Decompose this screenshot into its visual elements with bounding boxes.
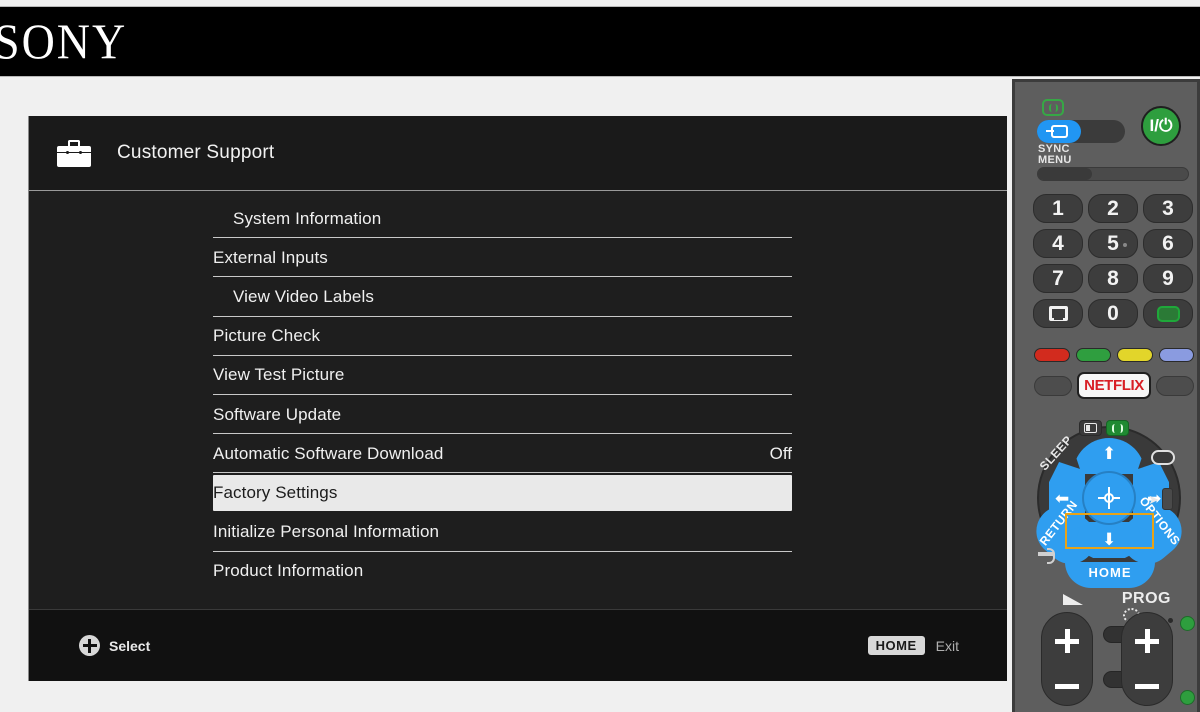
menu-item-label: View Test Picture: [213, 365, 344, 385]
display-button[interactable]: [1079, 420, 1102, 436]
panel-header: Customer Support: [29, 116, 1007, 191]
menu-item-software-update[interactable]: Software Update: [29, 395, 1007, 434]
sync-menu-label: SYNC MENU: [1038, 144, 1072, 166]
number-key-9[interactable]: 9: [1143, 264, 1193, 293]
screen: SONY Customer Support System Information…: [0, 0, 1200, 712]
green-button[interactable]: [1076, 348, 1112, 362]
panel-footer: Select HOME Exit: [29, 609, 1007, 681]
teletext-icon: [1049, 306, 1068, 321]
volume-up-icon[interactable]: [1055, 629, 1079, 653]
sync-menu-indicator-icon: [1042, 99, 1064, 116]
key-5-marker: [1123, 243, 1127, 247]
input-select-bar[interactable]: [1037, 167, 1189, 181]
menu-item-system-information[interactable]: System Information: [29, 199, 1007, 238]
menu-item-external-inputs[interactable]: External Inputs: [29, 238, 1007, 277]
program-down-icon[interactable]: [1135, 684, 1159, 689]
dpad-top-buttons: [1079, 420, 1141, 438]
dpad-down-highlight: [1065, 513, 1154, 549]
blue-button[interactable]: [1159, 348, 1195, 362]
volume-down-icon[interactable]: [1055, 684, 1079, 689]
menu-item-initialize-personal-information[interactable]: Initialize Personal Information: [29, 513, 1007, 552]
guide-button[interactable]: [1151, 450, 1175, 465]
menu-item-label: Picture Check: [213, 326, 320, 346]
sony-brand-bar: SONY: [0, 6, 1200, 77]
yellow-button[interactable]: [1117, 348, 1153, 362]
dpad-select-icon: [79, 635, 100, 656]
netflix-row: NETFLIX: [1034, 372, 1194, 399]
teletext-button[interactable]: [1033, 299, 1083, 328]
back-arrow-icon: [1038, 548, 1054, 560]
number-key-8[interactable]: 8: [1088, 264, 1138, 293]
menu-item-label: Initialize Personal Information: [213, 522, 439, 542]
number-key-1[interactable]: 1: [1033, 194, 1083, 223]
volume-icon: [1063, 594, 1083, 605]
green-side-button-bottom[interactable]: [1180, 690, 1195, 705]
menu-item-view-video-labels[interactable]: View Video Labels: [29, 277, 1007, 316]
number-key-4[interactable]: 4: [1033, 229, 1083, 258]
red-button[interactable]: [1034, 348, 1070, 362]
remote-control: SYNC MENU I/⏻ 1 2 3 4 5 6 7 8 9 0: [1012, 79, 1200, 712]
program-rocker[interactable]: [1121, 612, 1173, 706]
menu-item-label: Automatic Software Download: [213, 444, 443, 464]
menu-list: System Information External Inputs View …: [29, 191, 1007, 606]
power-button[interactable]: I/⏻: [1141, 106, 1181, 146]
footer-exit-hint: HOME Exit: [868, 636, 959, 655]
menu-item-label: External Inputs: [213, 248, 328, 268]
menu-item-automatic-software-download[interactable]: Automatic Software Download Off: [29, 434, 1007, 473]
number-key-3[interactable]: 3: [1143, 194, 1193, 223]
volume-rocker[interactable]: [1041, 612, 1093, 706]
netflix-button[interactable]: NETFLIX: [1077, 372, 1151, 399]
menu-item-picture-check[interactable]: Picture Check: [29, 317, 1007, 356]
center-crosshair-icon: [1098, 487, 1120, 509]
up-arrow-icon: ⬆: [1102, 445, 1116, 462]
remote-top-section: SYNC MENU I/⏻: [1015, 82, 1197, 180]
menu-item-product-information[interactable]: Product Information: [29, 552, 1007, 591]
color-buttons-row: [1034, 348, 1194, 362]
audio-button[interactable]: [1106, 420, 1129, 436]
number-key-2[interactable]: 2: [1088, 194, 1138, 223]
page-title: Customer Support: [117, 142, 274, 164]
menu-item-label: Factory Settings: [213, 483, 337, 503]
toolbox-icon: [57, 140, 91, 167]
menu-item-factory-settings[interactable]: Factory Settings: [29, 473, 1007, 512]
select-label: Select: [109, 638, 150, 654]
number-key-7[interactable]: 7: [1033, 264, 1083, 293]
exit-label: Exit: [936, 638, 959, 654]
tv-settings-panel: Customer Support System Information Exte…: [28, 116, 1007, 681]
prog-indicator-dot: [1168, 618, 1173, 623]
number-pad: 1 2 3 4 5 6 7 8 9 0: [1033, 194, 1193, 328]
subtitle-icon: [1157, 306, 1180, 322]
number-key-5[interactable]: 5: [1088, 229, 1138, 258]
right-app-button[interactable]: [1156, 376, 1194, 396]
prog-label: PROG: [1122, 590, 1171, 608]
sony-logo: SONY: [0, 17, 127, 67]
home-button[interactable]: HOME: [1065, 562, 1155, 588]
number-key-0[interactable]: 0: [1088, 299, 1138, 328]
home-badge: HOME: [868, 636, 925, 655]
menu-item-label: System Information: [213, 209, 381, 229]
right-pointer-icon: ➤: [1148, 492, 1159, 508]
number-key-6[interactable]: 6: [1143, 229, 1193, 258]
menu-item-label: Software Update: [213, 405, 341, 425]
footer-select-hint: Select: [79, 635, 150, 656]
sync-menu-button[interactable]: [1037, 120, 1125, 143]
dpad-cluster: ⬆ ⬇ ⬅ ➡ SLEEP RETURN OPTIONS HOME ➤: [1037, 426, 1181, 570]
menu-item-label: Product Information: [213, 561, 363, 581]
menu-item-view-test-picture[interactable]: View Test Picture: [29, 356, 1007, 395]
program-up-icon[interactable]: [1135, 629, 1159, 653]
menu-item-value: Off: [770, 444, 792, 464]
subtitle-button[interactable]: [1143, 299, 1193, 328]
green-side-button-top[interactable]: [1180, 616, 1195, 631]
menu-item-label: View Video Labels: [213, 287, 374, 307]
remote-bottom-section: PROG: [1015, 590, 1197, 712]
sync-menu-icon: [1037, 120, 1081, 143]
left-app-button[interactable]: [1034, 376, 1072, 396]
side-key[interactable]: [1162, 488, 1173, 510]
